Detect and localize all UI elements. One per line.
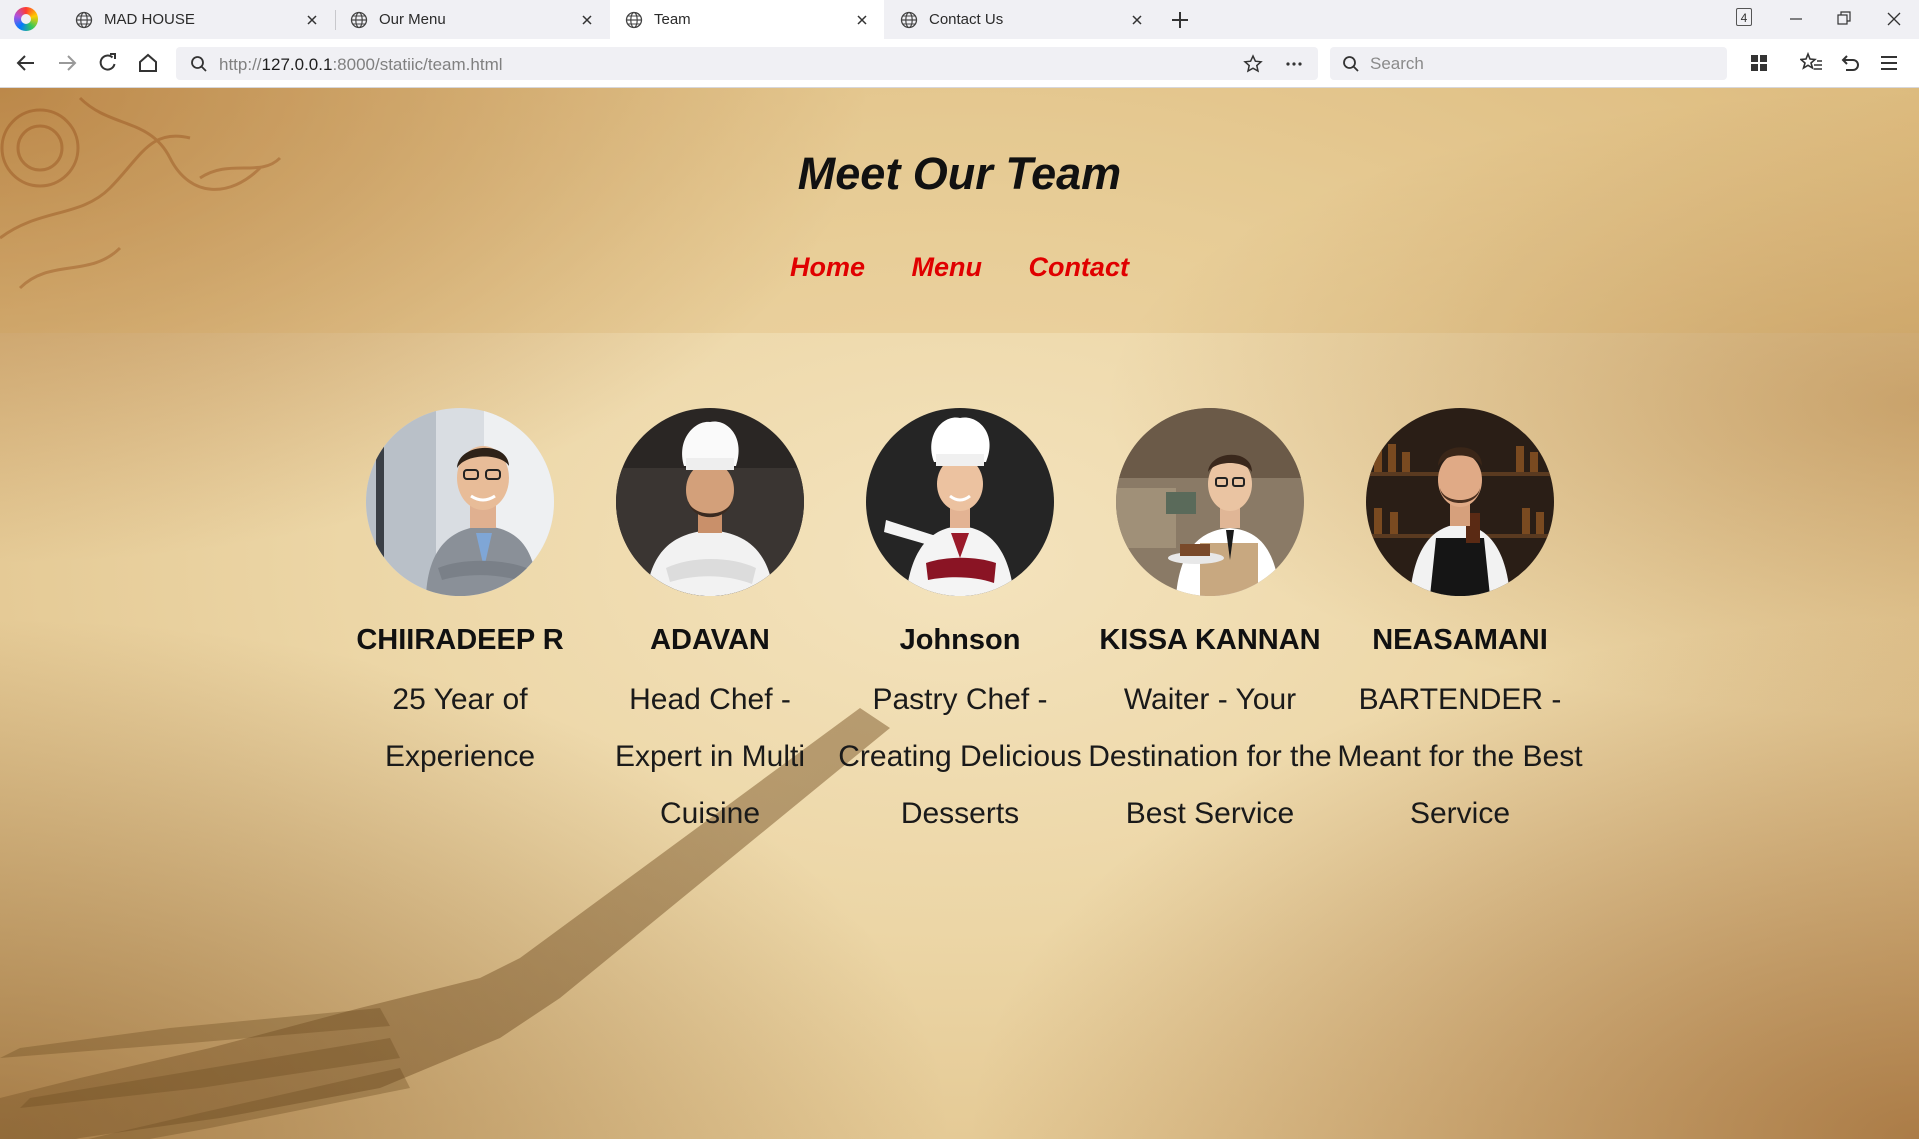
restore-icon[interactable] [1833, 8, 1855, 30]
avatar [366, 408, 554, 596]
bookmark-star-icon[interactable] [1243, 54, 1263, 74]
favorites-list-icon[interactable] [1800, 51, 1824, 75]
chef-photo [616, 408, 804, 596]
nav-link-home[interactable]: Home [790, 252, 865, 283]
tab-count-badge[interactable]: 4 [1736, 8, 1752, 26]
member-name: NEASAMANI [1372, 624, 1548, 656]
new-tab-plus-icon[interactable] [1168, 8, 1192, 32]
tab-title: MAD HOUSE [104, 11, 195, 28]
team-member-card: KISSA KANNAN Waiter - Your Destination f… [1085, 408, 1335, 842]
member-role: Head Chef - Expert in Multi Cuisine [614, 683, 806, 830]
tab-our-menu[interactable]: Our Menu [335, 0, 609, 39]
close-window-icon[interactable] [1883, 8, 1905, 30]
team-member-card: CHIIRADEEP R 25 Year of Experience [335, 408, 585, 842]
member-name: Johnson [899, 624, 1021, 656]
page-content: Meet Our Team Home Menu Contact CHIIRADE… [0, 88, 1919, 1139]
avatar [1116, 408, 1304, 596]
member-role: Waiter - Your Destination for the Best S… [1088, 683, 1332, 830]
page-title: Meet Our Team [797, 148, 1122, 199]
home-icon[interactable] [136, 51, 160, 75]
close-tab-icon[interactable] [852, 10, 872, 30]
businessman-photo [366, 408, 554, 596]
back-arrow-icon[interactable] [14, 51, 38, 75]
menu-hamburger-icon[interactable] [1877, 51, 1901, 75]
forward-arrow-icon[interactable] [55, 51, 79, 75]
member-role: Pastry Chef - Creating Delicious Dessert… [838, 683, 1082, 830]
globe-icon [350, 11, 368, 28]
url-host: 127.0.0.1 [261, 55, 333, 74]
team-member-card: Johnson Pastry Chef - Creating Delicious… [835, 408, 1085, 842]
pastry-chef-photo [866, 408, 1054, 596]
avatar [866, 408, 1054, 596]
tab-title: Team [654, 11, 691, 28]
nav-link-contact[interactable]: Contact [1028, 252, 1129, 283]
main-nav: Home Menu Contact [0, 252, 1919, 283]
url-text[interactable]: http://127.0.0.1:8000/statiic/team.html [219, 55, 503, 75]
undo-icon[interactable] [1838, 51, 1862, 75]
close-tab-icon[interactable] [1127, 10, 1147, 30]
team-list: CHIIRADEEP R 25 Year of Experience ADAVA… [335, 408, 1585, 842]
minimize-icon[interactable] [1785, 8, 1807, 30]
more-actions-icon[interactable] [1284, 54, 1304, 74]
member-role: BARTENDER - Meant for the Best Service [1337, 683, 1583, 830]
globe-icon [75, 11, 93, 28]
url-prefix: http:// [219, 55, 262, 74]
bartender-photo [1366, 408, 1554, 596]
member-name: CHIIRADEEP R [356, 624, 564, 656]
reload-icon[interactable] [96, 51, 120, 75]
ornament-decoration [0, 96, 282, 290]
nav-link-menu[interactable]: Menu [912, 252, 983, 283]
navigation-toolbar: http://127.0.0.1:8000/statiic/team.html [0, 39, 1919, 88]
tab-strip: MAD HOUSE Our Menu Team Contact Us 4 [0, 0, 1919, 39]
tab-title: Contact Us [929, 11, 1004, 28]
globe-icon [900, 11, 918, 28]
globe-icon [625, 11, 643, 28]
url-path: :8000/statiic/team.html [332, 55, 503, 74]
tab-contact-us[interactable]: Contact Us [885, 0, 1159, 39]
avatar [1366, 408, 1554, 596]
tab-mad-house[interactable]: MAD HOUSE [60, 0, 334, 39]
browser-logo-icon [14, 7, 38, 31]
close-tab-icon[interactable] [577, 10, 597, 30]
avatar [616, 408, 804, 596]
grid-apps-icon[interactable] [1747, 51, 1771, 75]
close-tab-icon[interactable] [302, 10, 322, 30]
address-bar[interactable]: http://127.0.0.1:8000/statiic/team.html [176, 47, 1318, 80]
member-name: KISSA KANNAN [1099, 624, 1321, 656]
member-name: ADAVAN [650, 624, 770, 656]
search-bar[interactable] [1330, 47, 1727, 80]
waiter-photo [1116, 408, 1304, 596]
search-icon [191, 56, 207, 72]
tab-title: Our Menu [379, 11, 446, 28]
team-member-card: ADAVAN Head Chef - Expert in Multi Cuisi… [585, 408, 835, 842]
search-icon [1343, 56, 1359, 72]
tab-team[interactable]: Team [610, 0, 884, 39]
member-role: 25 Year of Experience [384, 683, 536, 773]
search-input[interactable] [1370, 47, 1710, 80]
team-member-card: NEASAMANI BARTENDER - Meant for the Best… [1335, 408, 1585, 842]
